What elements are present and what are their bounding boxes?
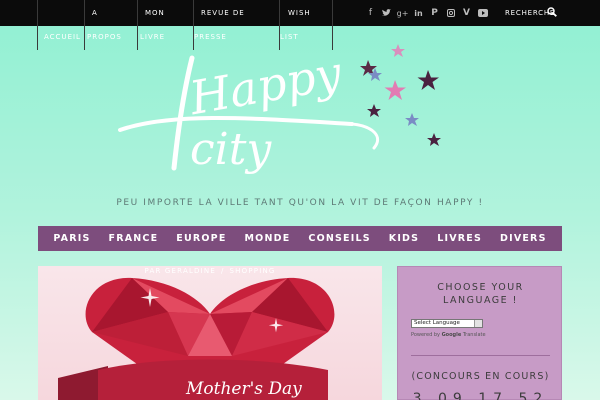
language-widget-title: CHOOSE YOUR LANGUAGE ! xyxy=(437,282,524,306)
logo-word-happy: Happy xyxy=(185,45,346,125)
search-icon[interactable] xyxy=(547,7,557,17)
contest-countdown: 3 09 17 52 xyxy=(412,391,549,400)
widget-divider xyxy=(411,355,550,356)
powered-by-google[interactable]: Powered by Google Translate xyxy=(411,332,486,338)
menu-item-conseils[interactable]: CONSEILS xyxy=(308,233,370,244)
logo-word-city: city xyxy=(190,124,272,175)
banner-text: Mother's Day xyxy=(185,379,302,399)
site-logo[interactable]: Happy city xyxy=(112,40,452,190)
nav-a-propos[interactable]: A ACCUEIL xyxy=(38,0,97,50)
category-menu: PARIS FRANCE EUROPE MONDE CONSEILS KIDS … xyxy=(38,226,562,251)
menu-item-monde[interactable]: MONDE xyxy=(245,233,291,244)
post-author[interactable]: PAR GERALDINE xyxy=(144,267,215,275)
meta-separator: / xyxy=(220,267,225,275)
post-meta: PAR GERALDINE / SHOPPING xyxy=(38,266,382,276)
vimeo-icon[interactable]: V xyxy=(460,0,473,26)
contest-title: (CONCOURS EN COURS) xyxy=(411,371,550,382)
youtube-icon[interactable] xyxy=(476,0,489,26)
chevron-down-icon xyxy=(474,320,482,327)
menu-item-paris[interactable]: PARIS xyxy=(53,233,90,244)
site-tagline: PEU IMPORTE LA VILLE TANT QU'ON LA VIT D… xyxy=(116,198,484,208)
menu-item-europe[interactable]: EUROPE xyxy=(176,233,226,244)
linkedin-icon[interactable]: in xyxy=(412,0,425,26)
facebook-icon[interactable]: f xyxy=(364,0,377,26)
twitter-icon[interactable] xyxy=(380,0,393,26)
search-input[interactable]: RECHERCHER xyxy=(494,0,554,26)
menu-item-kids[interactable]: KIDS xyxy=(389,233,419,244)
heart-illustration: Mother's Day xyxy=(58,277,335,400)
google-plus-icon[interactable]: g+ xyxy=(396,0,409,26)
nav-accueil[interactable] xyxy=(0,0,38,50)
post-featured-image[interactable]: Mother's Day xyxy=(38,266,382,400)
google-logo: Google xyxy=(441,332,462,338)
social-links: f g+ in P V xyxy=(364,0,489,26)
language-select[interactable]: Select Language xyxy=(411,319,483,328)
sidebar-widget: CHOOSE YOUR LANGUAGE ! Select Language P… xyxy=(397,266,562,400)
menu-item-france[interactable]: FRANCE xyxy=(109,233,159,244)
pinterest-icon[interactable]: P xyxy=(428,0,441,26)
top-bar: A ACCUEIL PROPOS MON LIVRE REVUE DE PRES… xyxy=(0,0,600,50)
menu-item-divers[interactable]: DIVERS xyxy=(500,233,547,244)
menu-item-livres[interactable]: LIVRES xyxy=(437,233,482,244)
instagram-icon[interactable] xyxy=(444,0,457,26)
post-category[interactable]: SHOPPING xyxy=(230,267,276,275)
